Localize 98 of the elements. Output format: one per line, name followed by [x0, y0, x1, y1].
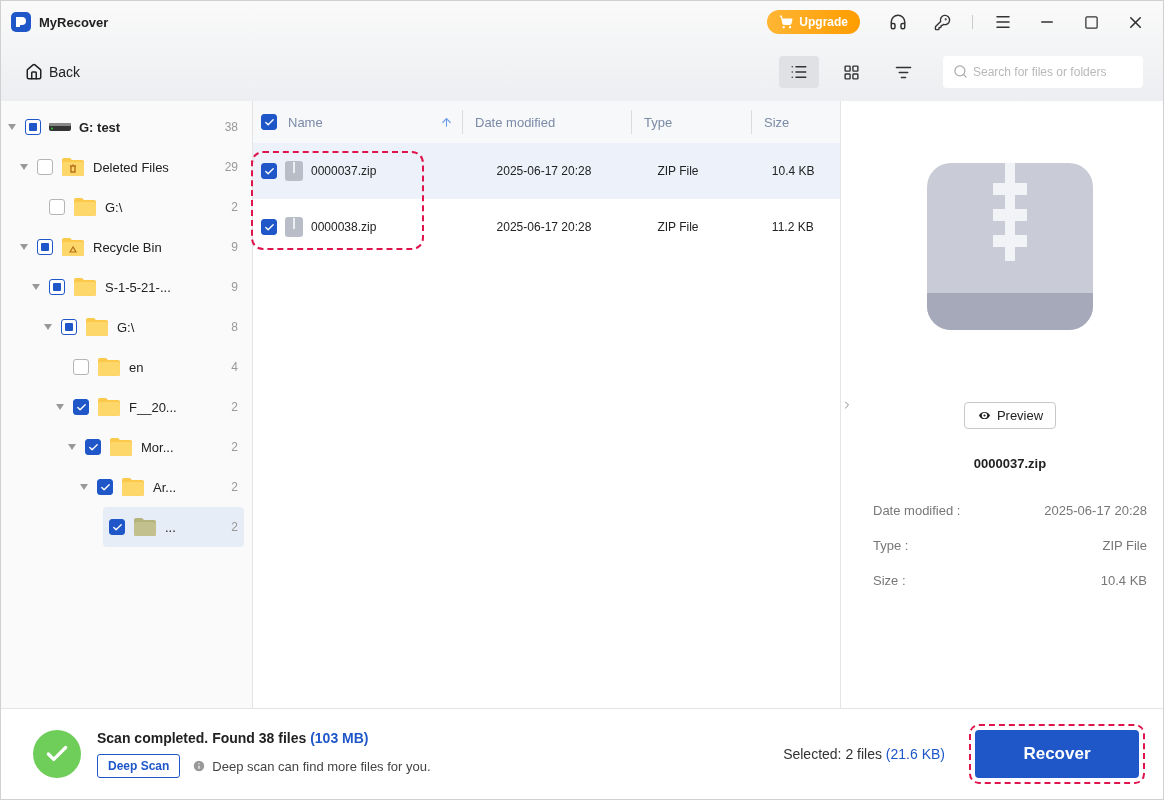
date-cell: 2025-06-17 20:28 [496, 164, 592, 178]
size-cell: 10.4 KB [771, 164, 815, 178]
zip-file-icon [285, 161, 303, 181]
expand-caret-icon[interactable] [8, 124, 16, 130]
item-count: 29 [224, 160, 239, 174]
expand-caret-icon[interactable] [56, 404, 64, 410]
check-icon [99, 481, 111, 493]
checkbox[interactable] [37, 159, 53, 175]
checkbox[interactable] [73, 399, 89, 415]
checkbox[interactable] [73, 359, 89, 375]
trash-folder-icon [61, 157, 85, 177]
checkbox[interactable] [85, 439, 101, 455]
checkbox[interactable] [261, 114, 277, 130]
check-icon [87, 441, 99, 453]
checkbox[interactable] [61, 319, 77, 335]
expand-caret-icon[interactable] [20, 244, 28, 250]
item-count: 4 [231, 360, 239, 374]
file-row[interactable]: 0000037.zip 2025-06-17 20:28 ZIP File 10.4 KB [253, 143, 840, 199]
grid-view-icon [842, 63, 860, 81]
expand-caret-icon[interactable] [68, 444, 76, 450]
detail-value: 10.4 KB [1100, 573, 1147, 588]
drive-icon [49, 122, 71, 132]
size-cell: 11.2 KB [771, 220, 814, 234]
type-cell: ZIP File [657, 220, 699, 234]
folder-icon [97, 397, 121, 417]
info-icon [192, 759, 207, 773]
back-button[interactable]: Back [25, 63, 81, 81]
tree-item-label[interactable]: Deleted Files [93, 159, 217, 175]
folder-icon [109, 437, 133, 457]
expand-caret-icon[interactable] [80, 484, 88, 490]
checkbox[interactable] [261, 219, 277, 235]
item-count: 8 [231, 320, 239, 334]
checkbox[interactable] [97, 479, 113, 495]
item-count: 2 [231, 520, 239, 534]
check-icon [75, 401, 87, 413]
tree-item-label[interactable]: F__20... [129, 399, 224, 415]
checkbox[interactable] [109, 519, 125, 535]
file-name: 0000038.zip [311, 220, 377, 234]
preview-file-name: 0000037.zip [973, 456, 1047, 471]
folder-icon [133, 517, 157, 537]
home-icon [25, 63, 43, 81]
check-icon [263, 165, 275, 177]
tree-item-label[interactable]: G: test [79, 119, 217, 135]
detail-value: ZIP File [1102, 538, 1147, 553]
tree-item-label[interactable]: Mor... [141, 439, 224, 455]
tree-item-label[interactable]: Ar... [153, 479, 224, 495]
folder-icon [85, 317, 109, 337]
folder-icon [73, 197, 97, 217]
tree-item-label[interactable]: Recycle Bin [93, 239, 224, 255]
tree-item-label[interactable]: ... [165, 519, 224, 535]
zip-file-icon [285, 217, 303, 237]
view-toggle-button[interactable] [779, 56, 819, 88]
type-cell: ZIP File [657, 164, 699, 178]
cart-icon [779, 15, 794, 29]
checkbox[interactable] [49, 199, 65, 215]
folder-icon [73, 277, 97, 297]
deep-scan-hint: Deep scan can find more files for you. [212, 758, 431, 774]
item-count: 2 [231, 400, 239, 414]
item-count: 2 [231, 480, 239, 494]
checkbox[interactable] [261, 163, 277, 179]
scan-status-text: Scan completed. Found 38 files (103 MB) [97, 730, 370, 746]
search-icon [953, 64, 968, 79]
expand-caret-icon[interactable] [44, 324, 52, 330]
tree-item-label[interactable]: S-1-5-21-... [105, 279, 224, 295]
item-count: 9 [231, 240, 239, 254]
checkbox[interactable] [25, 119, 41, 135]
item-count: 38 [224, 120, 239, 134]
tree-item-label[interactable]: G:\ [117, 319, 224, 335]
checkbox[interactable] [37, 239, 53, 255]
folder-icon [121, 477, 145, 497]
recycle-folder-icon [61, 237, 85, 257]
list-view-icon [790, 63, 808, 81]
check-icon [263, 221, 275, 233]
date-cell: 2025-06-17 20:28 [496, 220, 592, 234]
deep-scan-button[interactable]: Deep Scan [97, 754, 181, 778]
detail-label: Type : [873, 538, 909, 553]
zip-file-large-icon [927, 163, 1093, 330]
recover-button[interactable]: Recover [975, 730, 1139, 778]
tree-item-label[interactable]: en [129, 359, 224, 375]
selection-summary: Selected: 2 files (21.6 KB) [783, 746, 945, 762]
check-icon [111, 521, 123, 533]
detail-value: 2025-06-17 20:28 [1044, 503, 1147, 518]
folder-icon [97, 357, 121, 377]
search-field[interactable]: Search for files or folders [943, 56, 1143, 88]
tree-item-label[interactable]: G:\ [105, 199, 224, 215]
app-logo [11, 12, 31, 32]
expand-caret-icon[interactable] [32, 284, 40, 290]
window-title: MyRecover [39, 14, 109, 30]
item-count: 9 [231, 280, 239, 294]
item-count: 2 [231, 200, 239, 214]
check-icon [263, 116, 275, 128]
detail-label: Date modified : [873, 503, 961, 518]
preview-button[interactable]: Preview [963, 402, 1057, 429]
item-count: 2 [231, 440, 239, 454]
detail-label: Size : [873, 573, 906, 588]
file-name: 0000037.zip [311, 164, 377, 178]
checkbox[interactable] [49, 279, 65, 295]
expand-caret-icon[interactable] [20, 164, 28, 170]
